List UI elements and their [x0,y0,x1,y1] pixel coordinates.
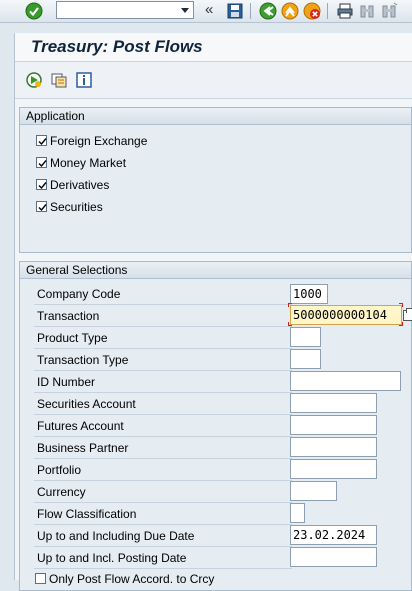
toolbar-separator [250,3,251,19]
id-number-label: ID Number [37,375,96,389]
save-icon[interactable] [226,2,244,20]
securities-account-field[interactable] [290,393,377,413]
checkbox-label: Derivatives [50,178,110,192]
row-business-partner: Business Partner [34,437,292,459]
checkbox-box[interactable] [36,201,47,212]
chevron-down-icon[interactable] [181,8,189,13]
transaction-type-label: Transaction Type [37,353,129,367]
checkbox-label: Foreign Exchange [50,134,148,148]
posting-date-field[interactable] [290,547,377,567]
due-date-label: Up to and Including Due Date [37,529,195,543]
required-marker [288,322,292,326]
flow-classification-field[interactable] [290,503,305,523]
row-securities-account: Securities Account [34,393,292,415]
system-toolbar: « [0,0,412,23]
checkbox-label: Securities [50,200,103,214]
execute-icon[interactable] [25,71,43,89]
find-icon[interactable] [358,2,376,20]
transaction-label: Transaction [37,309,100,323]
row-due-date: Up to and Including Due Date [34,525,292,547]
posting-date-label: Up to and Incl. Posting Date [37,551,187,565]
row-transaction: Transaction [34,305,292,327]
double-chevron-left-icon[interactable]: « [205,1,213,19]
company-code-field[interactable]: 1000 [290,284,328,304]
row-company-code: Company Code [34,283,292,305]
checkbox-box[interactable] [36,135,47,146]
required-marker [399,303,403,307]
application-group: Application Foreign Exchange Money Marke… [19,107,412,253]
flow-classification-label: Flow Classification [37,507,137,521]
checkbox-label: Only Post Flow Accord. to Crcy [49,572,215,586]
securities-account-label: Securities Account [37,397,136,411]
row-transaction-type: Transaction Type [34,349,292,371]
left-gutter [0,23,14,580]
value-help-icon[interactable] [403,308,412,321]
checkbox-label: Money Market [50,156,127,170]
toolbar-separator [327,3,328,19]
futures-account-field[interactable] [290,415,377,435]
futures-account-label: Futures Account [37,419,124,433]
row-id-number: ID Number [34,371,292,393]
general-selections-header: General Selections [20,262,411,279]
product-type-label: Product Type [37,331,108,345]
checkbox-box[interactable] [36,179,47,190]
row-flow-classification: Flow Classification [34,503,292,525]
row-product-type: Product Type [34,327,292,349]
checkbox-box[interactable] [36,157,47,168]
row-currency: Currency [34,481,292,503]
required-marker [399,322,403,326]
row-portfolio: Portfolio [34,459,292,481]
cancel-icon[interactable] [303,2,321,20]
checkbox-box[interactable] [35,573,46,584]
application-group-header: Application [20,108,411,125]
application-toolbar [15,62,412,99]
exit-icon[interactable] [281,2,299,20]
application-group-title: Application [26,109,85,123]
currency-field[interactable] [290,481,337,501]
back-icon[interactable] [259,2,277,20]
due-date-field[interactable]: 23.02.2024 [290,525,377,545]
info-icon[interactable] [75,71,93,89]
currency-label: Currency [37,485,86,499]
portfolio-label: Portfolio [37,463,82,477]
row-futures-account: Futures Account [34,415,292,437]
command-field[interactable] [56,1,194,19]
business-partner-field[interactable] [290,437,377,457]
print-icon[interactable] [336,2,354,20]
get-variant-icon[interactable] [50,71,68,89]
find-next-icon[interactable] [380,2,398,20]
general-selections-title: General Selections [26,263,128,277]
transaction-type-field[interactable] [290,349,321,369]
business-partner-label: Business Partner [37,441,129,455]
required-marker [288,303,292,307]
transaction-field[interactable]: 5000000000104 [290,305,402,325]
title-bar: Treasury: Post Flows [15,33,412,62]
id-number-field[interactable] [290,371,401,391]
enter-icon[interactable] [25,2,43,20]
row-posting-date: Up to and Incl. Posting Date [34,547,292,569]
portfolio-field[interactable] [290,459,377,479]
page-title: Treasury: Post Flows [31,37,203,56]
company-code-label: Company Code [37,287,121,301]
product-type-field[interactable] [290,327,321,347]
